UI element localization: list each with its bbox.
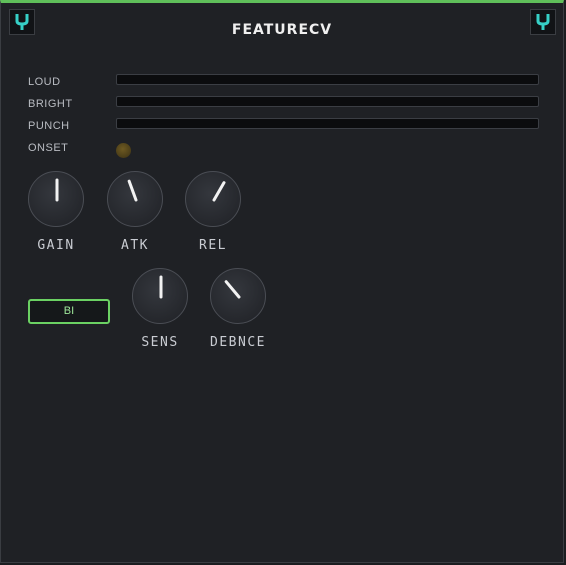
meter-punch [116, 118, 539, 129]
module-title: FEATURECV [231, 22, 333, 38]
meter-label-bright: BRIGHT [28, 98, 73, 110]
debnce-label: DEBNCE [210, 335, 266, 350]
sens-label: SENS [141, 335, 179, 350]
rel-knob[interactable] [185, 171, 241, 227]
onset-led [116, 143, 131, 158]
meter-label-punch: PUNCH [28, 120, 70, 132]
onset-label: ONSET [28, 142, 69, 154]
atk-knob[interactable] [107, 171, 163, 227]
debnce-knob[interactable] [210, 268, 266, 324]
module-panel: FEATURECV LOUD BRIGHT PUNCH ONSET GAIN A… [0, 0, 564, 563]
gain-label: GAIN [37, 238, 75, 253]
meter-bright [116, 96, 539, 107]
bi-toggle-button[interactable]: BI [28, 299, 110, 324]
gain-knob[interactable] [28, 171, 84, 227]
atk-label: ATK [121, 238, 149, 253]
rel-label: REL [199, 238, 227, 253]
meter-label-loud: LOUD [28, 76, 61, 88]
meter-loud [116, 74, 539, 85]
sens-knob[interactable] [132, 268, 188, 324]
